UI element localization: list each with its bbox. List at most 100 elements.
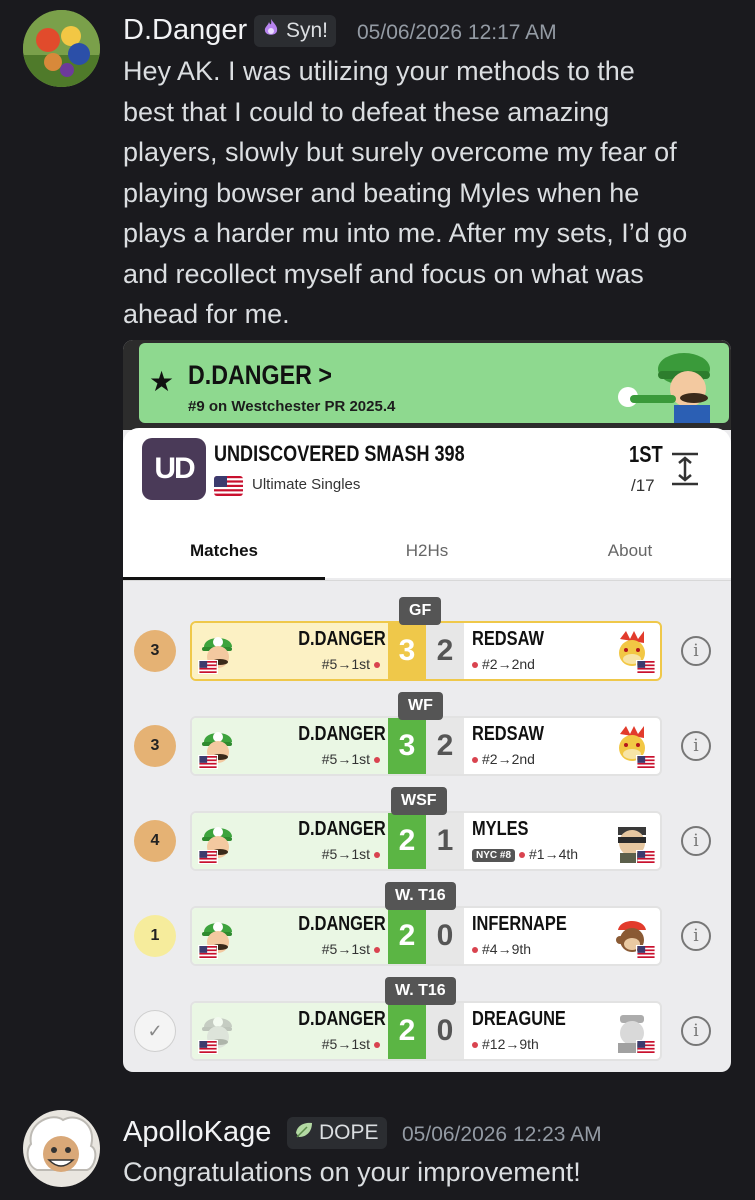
info-icon[interactable]: i [681, 636, 711, 666]
banner-player-name: D.DANGER > [188, 360, 332, 390]
message-body: Hey AK. I was utilizing your methods to … [123, 51, 743, 335]
match-row[interactable]: 1 D.DANGER #5→1st 2 0 INFERNAPE #4→9th W… [123, 882, 731, 966]
us-flag-icon [636, 945, 656, 959]
message-timestamp: 05/06/2026 12:23 AM [402, 1123, 602, 1146]
seed-dot [374, 947, 380, 954]
tag-leaf-icon [293, 1119, 315, 1147]
match-card[interactable]: D.DANGER #5→1st 2 1 MYLES NYC #8 #1→4th [190, 811, 662, 871]
tab-matches[interactable]: Matches [123, 524, 325, 578]
match-row[interactable]: 3 D.DANGER #5→1st 3 2 REDSAW #2→2nd GF i [123, 597, 731, 681]
opponent-name: INFERNAPE [472, 913, 567, 935]
player-seed: #5→1st [322, 941, 384, 957]
luigi-icon [618, 353, 710, 423]
info-icon[interactable]: i [681, 731, 711, 761]
message-username[interactable]: ApolloKage [123, 1116, 271, 1149]
player-name: D.DANGER [298, 628, 386, 650]
message-line: best that I could to defeat these amazin… [123, 96, 610, 127]
info-icon[interactable]: i [681, 1016, 711, 1046]
message-line: Congratulations on your improvement! [123, 1157, 581, 1187]
seed-dot [472, 757, 478, 764]
match-card[interactable]: D.DANGER #5→1st 2 0 DREAGUNE #12→9th [190, 1001, 662, 1061]
player-name: D.DANGER [298, 818, 386, 840]
star-icon: ★ [149, 365, 175, 398]
player-seed: #5→1st [322, 1036, 384, 1052]
opponent-name: MYLES [472, 818, 529, 840]
info-icon[interactable]: i [681, 826, 711, 856]
player-seed: #5→1st [322, 846, 384, 862]
round-label: W. T16 [385, 882, 456, 910]
player-score: 3 [388, 623, 426, 679]
player-name: D.DANGER [298, 913, 386, 935]
entrant-count: /17 [631, 476, 655, 495]
placement: 1ST [629, 441, 663, 467]
round-label: GF [399, 597, 442, 625]
opponent-score: 0 [426, 908, 464, 964]
region-rank-badge: NYC #8 [472, 848, 516, 862]
player-banner: ★ D.DANGER > #9 on Westchester PR 2025.4 [139, 343, 729, 423]
match-row[interactable]: 3 D.DANGER #5→1st 3 2 REDSAW #2→2nd WF i [123, 692, 731, 776]
round-label: W. T16 [385, 977, 456, 1005]
tag-label: DOPE [319, 1121, 379, 1144]
tabs-divider [123, 580, 731, 581]
tab-about[interactable]: About [529, 524, 731, 578]
message-timestamp: 05/06/2026 12:17 AM [357, 21, 557, 44]
us-flag-icon [214, 476, 243, 496]
banner-subtitle: #9 on Westchester PR 2025.4 [188, 398, 396, 415]
player-name: D.DANGER [298, 723, 386, 745]
match-card[interactable]: D.DANGER #5→1st 3 2 REDSAW #2→2nd [190, 716, 662, 776]
tournament-logo: UD [142, 438, 206, 500]
info-icon[interactable]: i [681, 921, 711, 951]
match-card[interactable]: D.DANGER #5→1st 2 0 INFERNAPE #4→9th [190, 906, 662, 966]
player-seed: #5→1st [322, 751, 384, 767]
opponent-seed: #12→9th [472, 1036, 539, 1052]
player-seed: #5→1st [322, 656, 384, 672]
us-flag-icon [198, 850, 218, 864]
us-flag-icon [198, 945, 218, 959]
seed-dot [472, 1042, 478, 1049]
us-flag-icon [198, 755, 218, 769]
round-badge: 1 [134, 915, 176, 957]
opponent-seed: NYC #8 #1→4th [472, 846, 578, 862]
seed-dot [472, 947, 478, 954]
embedded-screenshot[interactable]: ★ D.DANGER > #9 on Westchester PR 2025.4… [123, 340, 731, 1072]
match-card[interactable]: D.DANGER #5→1st 3 2 REDSAW #2→2nd [190, 621, 662, 681]
opponent-seed: #2→2nd [472, 751, 535, 767]
message-line: Hey AK. I was utilizing your methods to … [123, 56, 635, 86]
seed-dot [374, 1042, 380, 1049]
tag-flame-icon [260, 17, 282, 45]
user-tag: DOPE [287, 1117, 387, 1149]
seed-dot [374, 852, 380, 859]
player-score: 2 [388, 813, 426, 869]
apollokage-avatar[interactable] [23, 1110, 100, 1187]
match-row[interactable]: 4 D.DANGER #5→1st 2 1 MYLES NYC #8 #1→4th… [123, 787, 731, 871]
us-flag-icon [636, 755, 656, 769]
round-label: WF [398, 692, 443, 720]
seed-dot [472, 662, 478, 669]
opponent-name: DREAGUNE [472, 1008, 566, 1030]
tournament-card: UD UNDISCOVERED SMASH 398 Ultimate Singl… [123, 428, 731, 578]
opponent-score: 0 [426, 1003, 464, 1059]
expand-icon[interactable] [670, 452, 700, 486]
seed-dot [374, 757, 380, 764]
message-username[interactable]: D.Danger [123, 14, 247, 47]
opponent-score: 2 [426, 623, 464, 679]
d-danger-avatar[interactable] [23, 10, 100, 87]
tournament-event: Ultimate Singles [252, 476, 361, 493]
tag-label: Syn! [286, 19, 329, 42]
player-score: 2 [388, 1003, 426, 1059]
tournament-name: UNDISCOVERED SMASH 398 [214, 441, 465, 466]
message-body: Congratulations on your improvement! [123, 1152, 743, 1193]
message-line: ahead for me. [123, 299, 290, 329]
tab-h2hs[interactable]: H2Hs [325, 524, 529, 578]
match-row[interactable]: ✓ D.DANGER #5→1st 2 0 DREAGUNE #12→9th W… [123, 977, 731, 1061]
player-score: 3 [388, 718, 426, 774]
seed-dot [519, 852, 526, 859]
message-line: playing bowser and beating Myles when he [123, 177, 640, 208]
message-line: and recollect myself and focus on what w… [123, 258, 644, 289]
tabs: Matches H2Hs About [123, 524, 731, 578]
seed-dot [374, 662, 380, 669]
round-badge: 3 [134, 630, 176, 672]
us-flag-icon [198, 1040, 218, 1054]
opponent-score: 2 [426, 718, 464, 774]
opponent-name: REDSAW [472, 628, 544, 650]
